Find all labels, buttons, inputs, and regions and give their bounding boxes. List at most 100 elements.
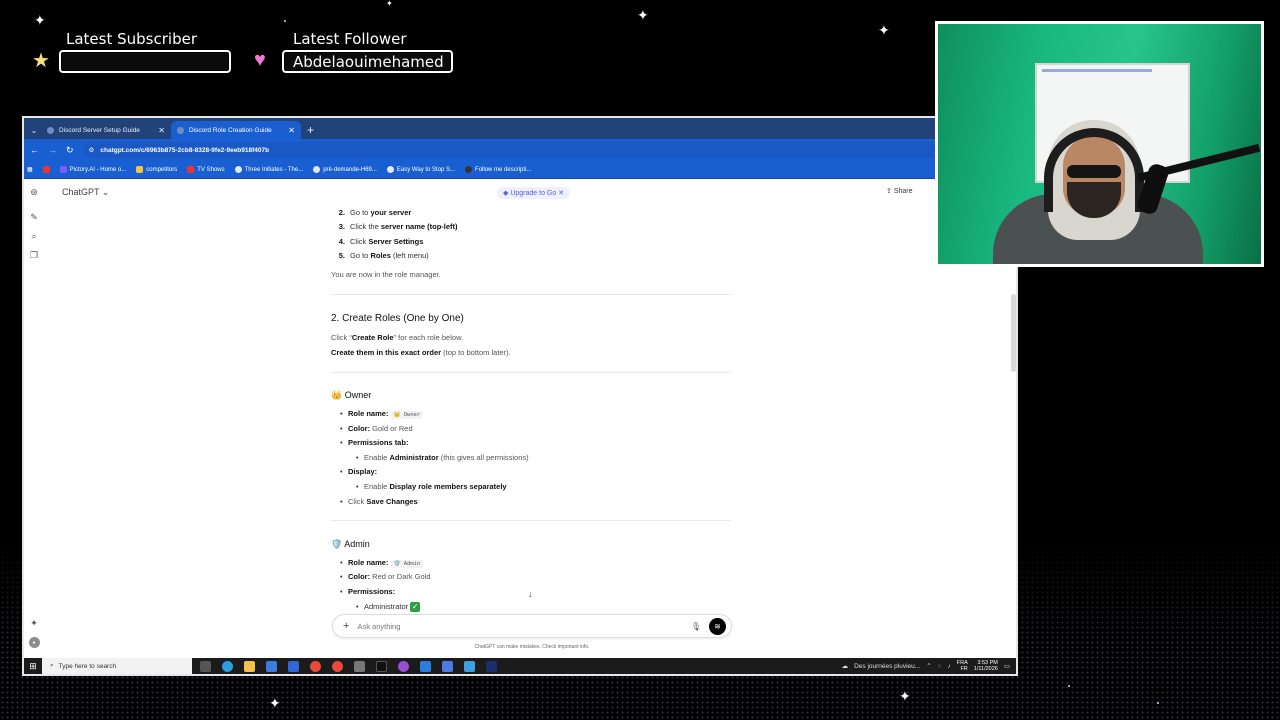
star-dot: [284, 20, 286, 22]
sparkle-icon: ✦: [386, 0, 393, 8]
language-indicator[interactable]: FRA FR: [957, 660, 968, 672]
edge-icon[interactable]: [222, 660, 233, 672]
taskbar-search[interactable]: ⌕ Type here to search: [42, 658, 192, 674]
address-bar-row: ← → ↻ ⚙ chatgpt.com/c/6963b875-2cb8-8328…: [24, 139, 1016, 161]
chatgpt-icon: [386, 166, 394, 173]
voice-mode-button[interactable]: ≋: [709, 617, 726, 635]
app-icon[interactable]: [354, 660, 365, 672]
weather-icon: ☁: [841, 663, 849, 670]
bookmark-item[interactable]: pré-demande-H69...: [313, 166, 377, 173]
heart-icon: ♥: [254, 49, 266, 71]
scroll-down-button[interactable]: ↓: [528, 589, 533, 599]
search-icon: ⌕: [50, 662, 54, 669]
sparkle-icon: ✦: [637, 8, 649, 24]
notifications-icon[interactable]: ▭: [1004, 662, 1010, 670]
section-heading: 2. Create Roles (One by One): [331, 313, 464, 324]
browser-window: ⌄ Discord Server Setup Guide ✕ Discord R…: [22, 116, 1018, 676]
task-view-icon[interactable]: [200, 660, 211, 672]
list-item: • Display:: [340, 467, 378, 476]
system-tray: ☁ Des journées pluvieu... ⌃ ◌ ♪ FRA FR 3:…: [842, 660, 1016, 672]
windows-start-icon[interactable]: ⊞: [24, 661, 42, 672]
role-heading-owner: 👑 Owner: [331, 390, 372, 400]
upgrade-label: Upgrade to Go: [510, 190, 557, 197]
star-dot: [1157, 702, 1159, 704]
store-icon[interactable]: [266, 660, 277, 672]
prompt-input[interactable]: [357, 621, 683, 631]
share-button[interactable]: ⇪ Share: [886, 187, 913, 195]
divider: [331, 294, 731, 295]
taskbar-apps: [200, 660, 497, 672]
sparkle-icon: ✦: [878, 23, 890, 39]
crown-icon: 👑: [331, 390, 343, 400]
list-item: • Enable Display role members separately: [356, 482, 507, 491]
youtube-icon: [42, 166, 50, 173]
bookmark-item[interactable]: Three Initiates - The...: [234, 166, 303, 173]
url-field[interactable]: ⚙ chatgpt.com/c/6963b875-2cb8-8328-9fe2-…: [82, 142, 978, 158]
network-icon[interactable]: ◌: [938, 663, 942, 670]
scrollbar[interactable]: [1011, 294, 1016, 372]
clock[interactable]: 3:53 PM 1/11/2026: [974, 660, 998, 672]
site-info-icon[interactable]: ⚙: [89, 146, 95, 154]
tv-icon: [187, 166, 195, 173]
back-icon[interactable]: ←: [30, 145, 39, 155]
tab-search-icon[interactable]: ⌄: [27, 121, 41, 139]
inline-code: 👑 Owner: [390, 411, 424, 419]
bookmarks-bar: ▦ Pictory.AI - Home o... competitors TV …: [24, 161, 1016, 179]
weather-text[interactable]: Des journées pluvieu...: [854, 663, 920, 670]
sparkle-icon[interactable]: ✦: [30, 618, 38, 629]
new-tab-button[interactable]: +: [301, 121, 320, 139]
latest-follower-title: Latest Follower: [293, 30, 407, 48]
close-icon[interactable]: ✕: [558, 190, 564, 197]
bookmark-item[interactable]: Easy Way to Stop S...: [386, 166, 455, 173]
upgrade-button[interactable]: ◆ Upgrade to Go ✕: [497, 187, 571, 199]
bookmark-item[interactable]: competitors: [136, 166, 177, 173]
avatar[interactable]: ●: [28, 637, 40, 648]
bookmark-item[interactable]: [42, 166, 50, 173]
add-attachment-button[interactable]: +: [343, 620, 349, 632]
bookmark-item[interactable]: Pictory.AI - Home o...: [59, 166, 127, 173]
forward-icon[interactable]: →: [48, 145, 57, 155]
sparkle-icon: ✦: [269, 696, 281, 712]
close-icon[interactable]: ✕: [288, 126, 295, 135]
app-icon[interactable]: [442, 660, 453, 672]
tab-strip: ⌄ Discord Server Setup Guide ✕ Discord R…: [24, 118, 1016, 139]
file-explorer-icon[interactable]: [244, 660, 255, 672]
app-icon[interactable]: [288, 660, 299, 672]
new-chat-icon[interactable]: ✎: [30, 212, 38, 223]
bookmark-item[interactable]: TV Shows: [187, 166, 225, 173]
tab-discord-server-setup[interactable]: Discord Server Setup Guide ✕: [41, 121, 171, 139]
taskbar-search-placeholder: Type here to search: [58, 662, 117, 670]
close-icon[interactable]: ✕: [158, 126, 165, 135]
share-label: Share: [893, 188, 913, 195]
bookmark-item[interactable]: Follow me descripti...: [465, 166, 531, 173]
list-item: • Enable Administrator (this gives all pe…: [356, 453, 529, 462]
star-icon: ★: [32, 50, 50, 72]
pictory-icon: [59, 166, 67, 173]
tab-discord-role-creation[interactable]: Discord Role Creation Guide ✕: [171, 121, 301, 139]
apps-grid-icon[interactable]: ▦: [27, 166, 33, 173]
bookmark-label: Pictory.AI - Home o...: [69, 166, 127, 173]
bookmark-label: TV Shows: [197, 166, 225, 173]
list-item: • Role name: 👑 Owner: [331, 410, 424, 419]
volume-icon[interactable]: ♪: [948, 663, 951, 670]
search-icon[interactable]: ⌕: [31, 231, 36, 242]
microphone-icon[interactable]: 🎙: [691, 622, 701, 631]
model-selector[interactable]: ChatGPT ⌄: [62, 187, 109, 198]
tiktok-icon[interactable]: [376, 660, 387, 672]
list-item: 5. Go to Roles (left menu): [338, 251, 429, 260]
after-effects-icon[interactable]: [486, 660, 497, 672]
checkmark-icon: ✓: [410, 602, 421, 612]
chrome-icon[interactable]: [310, 660, 321, 672]
app-icon[interactable]: [398, 660, 409, 672]
url-text: chatgpt.com/c/6963b875-2cb8-8328-9fe2-9e…: [100, 146, 270, 154]
library-icon[interactable]: ❐: [30, 250, 38, 261]
obs-icon[interactable]: [332, 660, 343, 672]
app-icon[interactable]: [420, 660, 431, 672]
list-item: 2. Go to your server: [338, 208, 412, 217]
reload-icon[interactable]: ↻: [66, 145, 74, 156]
app-icon[interactable]: [464, 660, 475, 672]
folder-icon: [136, 166, 144, 173]
chatgpt-favicon-icon: [177, 126, 184, 134]
tray-chevron-icon[interactable]: ⌃: [926, 662, 931, 670]
chatgpt-logo-icon[interactable]: ⊛: [30, 187, 38, 198]
